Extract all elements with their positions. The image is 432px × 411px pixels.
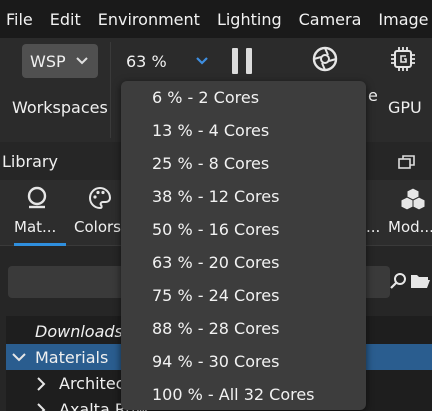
dropdown-option-38[interactable]: 38 % - 12 Cores — [121, 180, 366, 213]
library-title: Library — [2, 152, 58, 171]
tab-hidden[interactable]: ... — [366, 180, 382, 246]
workspaces-label: Workspaces — [12, 98, 108, 117]
tab-models[interactable]: Mod... — [386, 180, 432, 246]
workspace-select[interactable]: WSP — [22, 44, 98, 78]
toolbar-divider — [110, 42, 111, 138]
menu-lighting[interactable]: Lighting — [211, 10, 282, 29]
chevron-right-icon[interactable] — [36, 377, 46, 391]
pause-icon[interactable] — [232, 48, 252, 74]
chevron-down-icon — [196, 57, 208, 65]
menu-file[interactable]: File — [0, 10, 33, 29]
render-label-fragment: e — [368, 86, 378, 105]
gpu-chip-icon[interactable] — [390, 46, 416, 72]
gpu-label: GPU — [388, 98, 422, 117]
chevron-down-icon[interactable] — [12, 351, 26, 363]
dropdown-option-75[interactable]: 75 % - 24 Cores — [121, 279, 366, 312]
menu-edit[interactable]: Edit — [44, 10, 81, 29]
menu-environment[interactable]: Environment — [92, 10, 200, 29]
performance-select[interactable]: 63 % — [118, 44, 216, 78]
workspace-value: WSP — [30, 51, 66, 71]
tree-item-label: Downloads — [35, 321, 123, 341]
tab-label: ... — [366, 218, 381, 236]
dropdown-option-13[interactable]: 13 % - 4 Cores — [121, 114, 366, 147]
menu-camera[interactable]: Camera — [293, 10, 362, 29]
tab-colors[interactable]: Colors — [72, 180, 124, 246]
performance-dropdown-menu: 6 % - 2 Cores 13 % - 4 Cores 25 % - 8 Co… — [121, 81, 366, 410]
tree-item-label: Materials — [35, 347, 109, 367]
chevron-down-icon — [76, 57, 88, 65]
tab-label: Mat... — [14, 218, 57, 236]
dropdown-option-50[interactable]: 50 % - 16 Cores — [121, 213, 366, 246]
search-icon[interactable] — [390, 272, 408, 290]
menu-bar: File Edit Environment Lighting Camera Im… — [0, 0, 432, 38]
performance-value: 63 % — [126, 51, 167, 71]
chevron-right-icon[interactable] — [36, 403, 46, 411]
dropdown-option-88[interactable]: 88 % - 28 Cores — [121, 312, 366, 345]
menu-image[interactable]: Image — [372, 10, 428, 29]
dropdown-option-100[interactable]: 100 % - All 32 Cores — [121, 378, 366, 411]
dropdown-option-6[interactable]: 6 % - 2 Cores — [121, 81, 366, 114]
render-mode-icon[interactable] — [312, 46, 338, 72]
tab-label: Mod... — [388, 218, 432, 236]
restore-window-icon[interactable] — [398, 154, 416, 170]
palette-icon — [89, 186, 112, 210]
dropdown-option-25[interactable]: 25 % - 8 Cores — [121, 147, 366, 180]
material-sphere-icon — [27, 186, 47, 209]
dropdown-option-94[interactable]: 94 % - 30 Cores — [121, 345, 366, 378]
models-cubes-icon — [400, 187, 426, 211]
tree-item-label: Architect — [59, 373, 131, 393]
tab-materials[interactable]: Mat... — [6, 180, 70, 246]
dropdown-option-63[interactable]: 63 % - 20 Cores — [121, 246, 366, 279]
tab-label: Colors — [74, 218, 121, 236]
open-folder-icon[interactable] — [410, 272, 430, 290]
